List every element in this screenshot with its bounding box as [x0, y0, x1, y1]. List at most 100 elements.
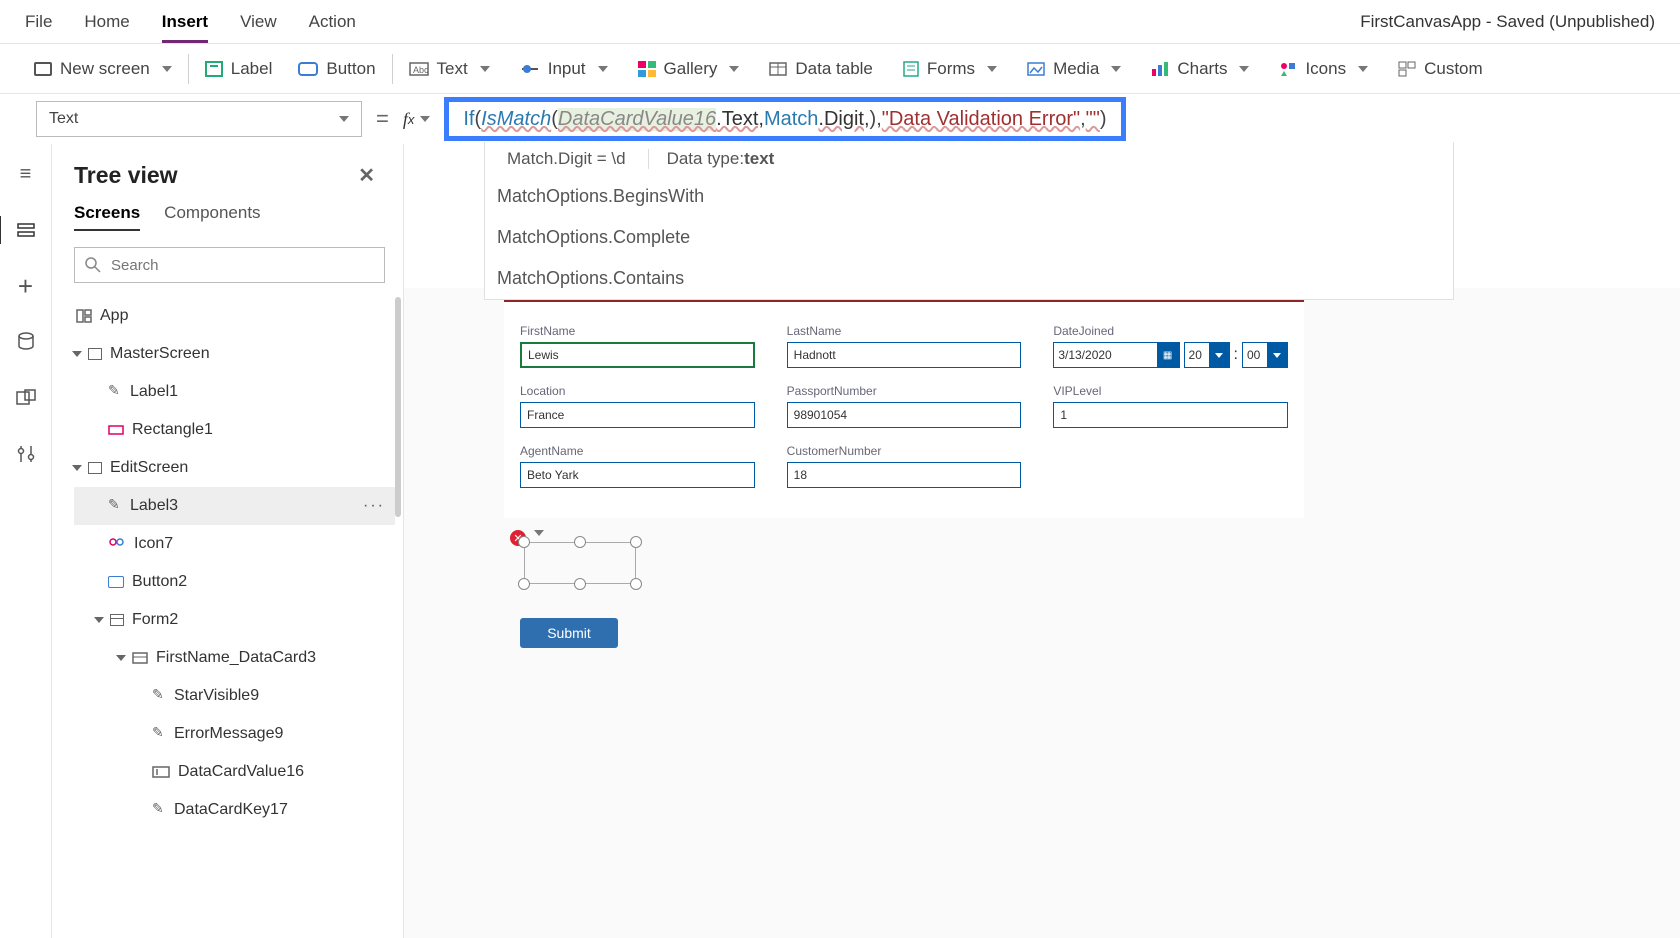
tree-item-datacardvalue[interactable]: DataCardValue16 — [74, 753, 395, 791]
formula-input[interactable]: If(IsMatch(DataCardValue16.Text, Match.D… — [444, 97, 1125, 141]
menu-view[interactable]: View — [240, 12, 277, 32]
menu-insert[interactable]: Insert — [162, 12, 208, 32]
button-icon — [298, 62, 318, 76]
resize-handle[interactable] — [630, 578, 642, 590]
tree-item-rectangle1[interactable]: Rectangle1 — [74, 411, 395, 449]
suggestion-option[interactable]: MatchOptions.Complete — [485, 217, 1453, 258]
search-input[interactable] — [109, 256, 374, 275]
chevron-down-icon[interactable] — [534, 530, 544, 536]
insert-ribbon: New screen Label Button Abc Text Input — [0, 44, 1680, 94]
add-icon[interactable]: + — [14, 276, 38, 296]
equals-sign: = — [376, 106, 389, 132]
media-panel-icon[interactable] — [14, 388, 38, 408]
label-icon — [108, 385, 122, 399]
tree-item-label3[interactable]: Label3 ··· — [74, 487, 395, 525]
suggestion-option[interactable]: MatchOptions.BeginsWith — [485, 176, 1453, 217]
text-icon: Abc — [409, 62, 429, 76]
field-datejoined: DateJoined 3/13/2020▦ 20 : 00 — [1053, 324, 1288, 368]
charts-dropdown[interactable]: Charts — [1151, 59, 1249, 79]
selected-label-control[interactable]: ✕ — [520, 538, 640, 588]
form-icon — [110, 614, 124, 626]
custom-dropdown[interactable]: Custom — [1398, 59, 1483, 79]
chevron-down-icon — [420, 116, 430, 122]
suggestion-option[interactable]: MatchOptions.Contains — [485, 258, 1453, 299]
menu-file[interactable]: File — [25, 12, 52, 32]
minute-select[interactable]: 00 — [1242, 342, 1288, 368]
field-passport: PassportNumber — [787, 384, 1022, 428]
expand-toggle-icon[interactable] — [94, 617, 104, 623]
tree-item-form2[interactable]: Form2 — [74, 601, 395, 639]
new-screen-button[interactable]: New screen — [34, 59, 172, 79]
tree-item-datacardkey[interactable]: DataCardKey17 — [74, 791, 395, 829]
table-icon — [769, 62, 787, 76]
tree-item-label1[interactable]: Label1 — [74, 373, 395, 411]
tree-scrollbar[interactable] — [395, 297, 401, 517]
label-icon — [152, 689, 166, 703]
passport-input[interactable] — [787, 402, 1022, 428]
field-agent: AgentName — [520, 444, 755, 488]
lastname-input[interactable] — [787, 342, 1022, 368]
media-dropdown[interactable]: Media — [1027, 59, 1121, 79]
forms-dropdown[interactable]: Forms — [903, 59, 997, 79]
hour-select[interactable]: 20 — [1184, 342, 1230, 368]
agent-input[interactable] — [520, 462, 755, 488]
card-icon — [132, 652, 148, 664]
tree-item-masterscreen[interactable]: MasterScreen — [74, 335, 395, 373]
label-button[interactable]: Label — [205, 59, 273, 79]
menu-action[interactable]: Action — [309, 12, 356, 32]
screen-icon — [88, 462, 102, 474]
resize-handle[interactable] — [574, 536, 586, 548]
resize-handle[interactable] — [518, 578, 530, 590]
tab-components[interactable]: Components — [164, 203, 260, 231]
advanced-tools-icon[interactable] — [14, 444, 38, 464]
property-selector[interactable]: Text — [36, 101, 362, 137]
fx-button[interactable]: fx — [403, 109, 431, 130]
chevron-down-icon — [1358, 66, 1368, 72]
hamburger-icon[interactable]: ≡ — [14, 164, 38, 184]
tree-item-icon7[interactable]: Icon7 — [74, 525, 395, 563]
menu-home[interactable]: Home — [84, 12, 129, 32]
tab-screens[interactable]: Screens — [74, 203, 140, 231]
resize-handle[interactable] — [574, 578, 586, 590]
tree-view-icon[interactable] — [14, 220, 38, 240]
location-input[interactable] — [520, 402, 755, 428]
gallery-dropdown[interactable]: Gallery — [638, 59, 740, 79]
tree-item-editscreen[interactable]: EditScreen — [74, 449, 395, 487]
input-icon — [520, 62, 540, 76]
chevron-down-icon — [480, 66, 490, 72]
data-icon[interactable] — [14, 332, 38, 352]
tree-item-errormessage[interactable]: ErrorMessage9 — [74, 715, 395, 753]
expand-toggle-icon[interactable] — [72, 351, 82, 357]
close-icon[interactable]: ✕ — [358, 163, 375, 188]
tree-item-datacard[interactable]: FirstName_DataCard3 — [74, 639, 395, 677]
firstname-input[interactable] — [520, 342, 755, 368]
more-icon[interactable]: ··· — [363, 497, 385, 515]
calendar-icon[interactable]: ▦ — [1157, 343, 1179, 367]
tree-item-button2[interactable]: Button2 — [74, 563, 395, 601]
chevron-down-icon — [339, 116, 349, 122]
customer-input[interactable] — [787, 462, 1022, 488]
resize-handle[interactable] — [518, 536, 530, 548]
expand-toggle-icon[interactable] — [72, 465, 82, 471]
chevron-down-icon — [729, 66, 739, 72]
resize-handle[interactable] — [630, 536, 642, 548]
label-icon — [152, 727, 166, 741]
chevron-down-icon — [987, 66, 997, 72]
chevron-down-icon — [1111, 66, 1121, 72]
expand-toggle-icon[interactable] — [116, 655, 126, 661]
chevron-down-icon — [1209, 343, 1229, 367]
submit-button[interactable]: Submit — [520, 618, 618, 648]
date-input[interactable]: 3/13/2020▦ — [1053, 342, 1179, 368]
tree-item-app[interactable]: App — [74, 297, 395, 335]
tree-item-starvisible[interactable]: StarVisible9 — [74, 677, 395, 715]
vip-input[interactable] — [1053, 402, 1288, 428]
app-title: FirstCanvasApp - Saved (Unpublished) — [1360, 12, 1655, 32]
chevron-down-icon — [1239, 66, 1249, 72]
icons-dropdown[interactable]: Icons — [1279, 59, 1368, 79]
data-table-button[interactable]: Data table — [769, 59, 873, 79]
input-dropdown[interactable]: Input — [520, 59, 608, 79]
button-button[interactable]: Button — [298, 59, 375, 79]
tree-search[interactable] — [74, 247, 385, 283]
field-customer: CustomerNumber — [787, 444, 1022, 488]
text-dropdown[interactable]: Abc Text — [409, 59, 490, 79]
